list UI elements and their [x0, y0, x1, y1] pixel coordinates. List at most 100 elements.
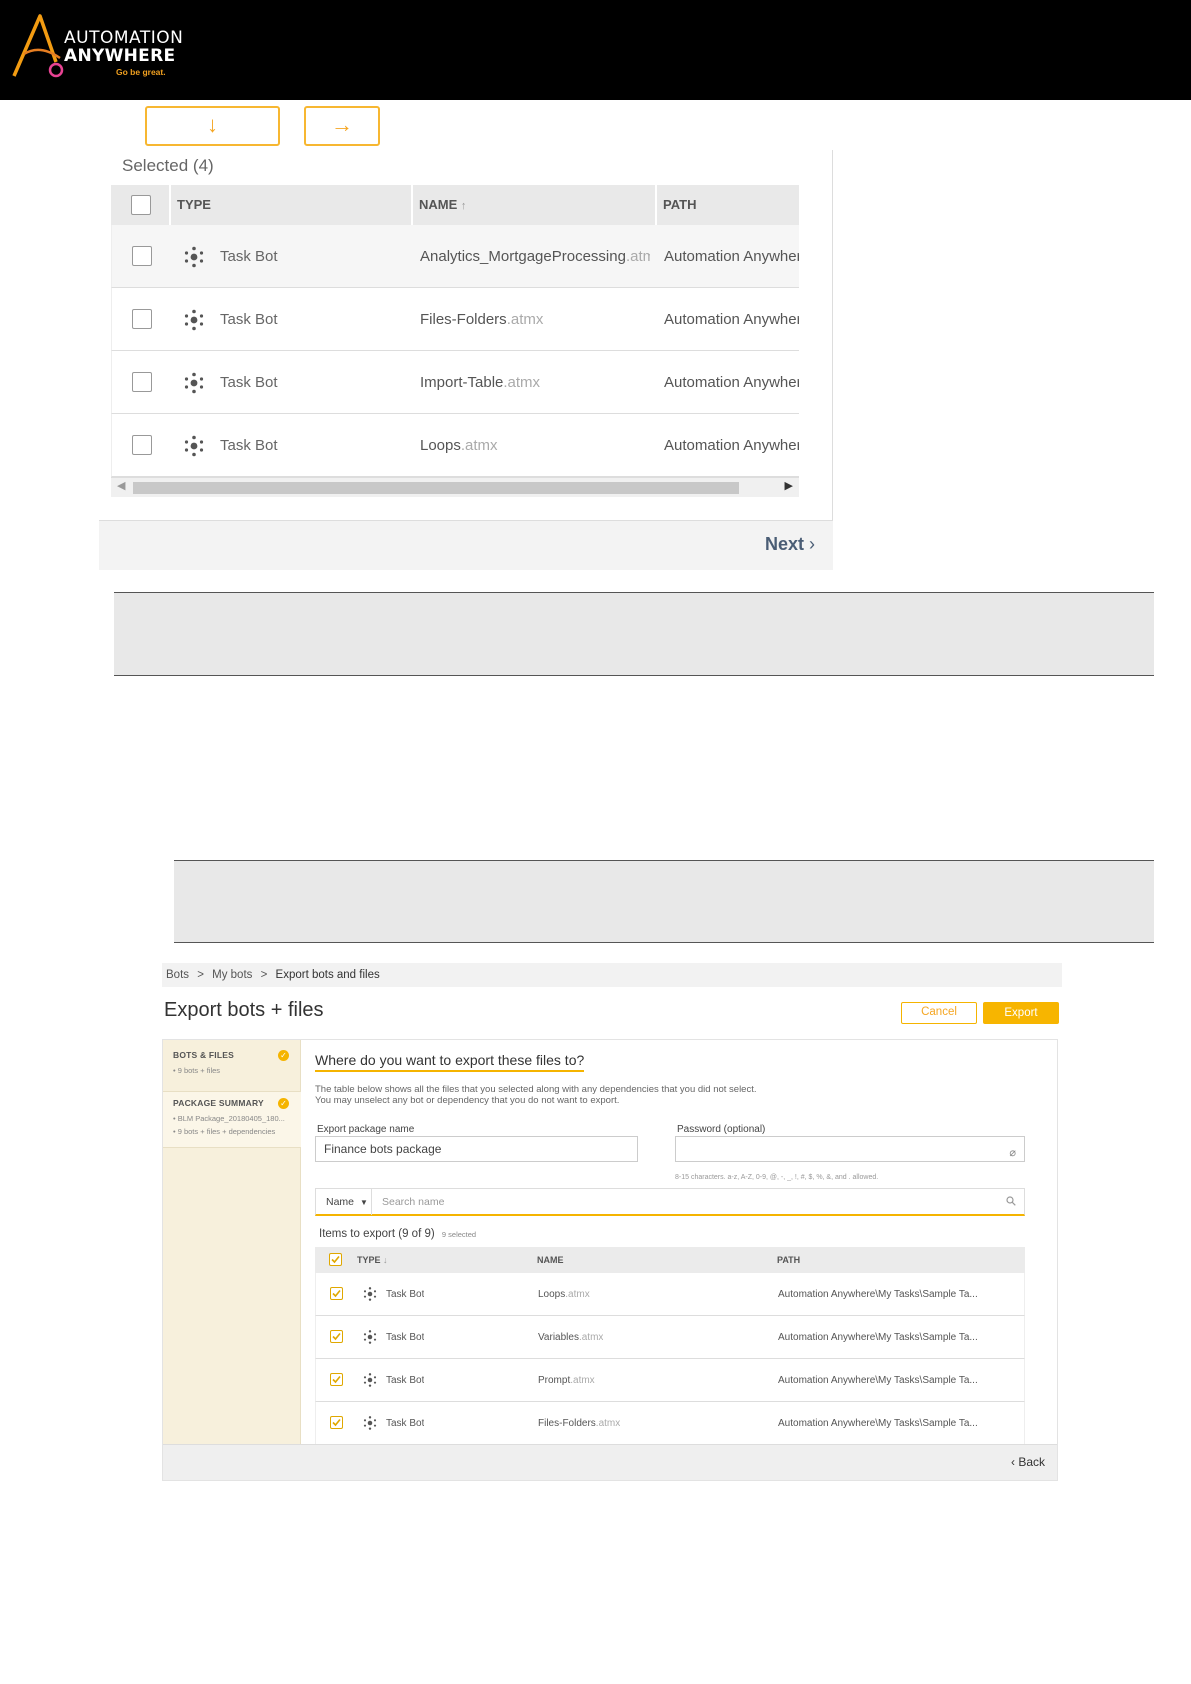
row-path: Automation Anywhere — [664, 374, 799, 391]
package-name-label: Export package name — [317, 1124, 415, 1135]
breadcrumb-current: Export bots and files — [275, 969, 380, 981]
column-divider — [169, 185, 171, 225]
row-checkbox[interactable] — [132, 435, 152, 455]
cancel-button[interactable]: Cancel — [901, 1002, 977, 1024]
table-row[interactable]: Task Bot Loops.atmx Automation Anywhere — [111, 414, 799, 477]
task-bot-icon — [184, 435, 204, 457]
selected-count: (4) — [192, 156, 214, 175]
row-type: Task Bot — [220, 311, 278, 328]
row-name-ext: .atmx — [625, 248, 650, 265]
row-checkbox[interactable] — [132, 372, 152, 392]
column-header-type[interactable]: TYPE ↓ — [357, 1247, 388, 1273]
row-name[interactable]: Prompt.atmx — [538, 1359, 595, 1402]
row-name[interactable]: Loops.atmx — [420, 414, 650, 477]
logo-tagline: Go be great. — [116, 67, 166, 77]
column-header-name[interactable]: NAME — [537, 1247, 564, 1273]
table-row[interactable]: Task Bot Loops.atmx Automation Anywhere\… — [315, 1273, 1025, 1316]
column-header-path[interactable]: PATH — [777, 1247, 800, 1273]
sidebar-item-package-summary[interactable]: PACKAGE SUMMARY • BLM Package_20180405_1… — [163, 1092, 301, 1148]
row-checkbox[interactable] — [132, 309, 152, 329]
export-screenshot: Bots > My bots > Export bots and files E… — [162, 963, 1062, 1481]
task-bot-icon — [363, 1330, 377, 1344]
select-all-checkbox[interactable] — [329, 1253, 342, 1266]
logo-line-1: AUTOMATION — [64, 28, 184, 48]
task-bot-icon — [184, 372, 204, 394]
search-field-label: Name — [326, 1196, 355, 1208]
row-path: Automation Anywhere\My Tasks\Sample Ta..… — [778, 1418, 978, 1429]
row-name[interactable]: Files-Folders.atmx — [538, 1402, 620, 1444]
row-path: Automation Anywhere — [664, 248, 799, 265]
row-path: Automation Anywhere\My Tasks\Sample Ta..… — [778, 1289, 978, 1300]
search-input[interactable]: Search name — [382, 1189, 444, 1215]
eye-slash-icon[interactable]: ⌀ — [1009, 1141, 1016, 1165]
task-bot-icon — [184, 309, 204, 331]
checkmark-icon — [332, 1375, 341, 1384]
row-type: Task Bot — [220, 374, 278, 391]
move-down-button[interactable]: ↓ — [145, 106, 280, 146]
breadcrumb: Bots > My bots > Export bots and files — [162, 963, 1062, 987]
divider-band — [174, 860, 1154, 943]
description-line-2: You may unselect any bot or dependency t… — [315, 1095, 620, 1106]
row-name[interactable]: Loops.atmx — [538, 1273, 590, 1316]
row-type: Task Bot — [386, 1375, 425, 1386]
export-button[interactable]: Export — [983, 1002, 1059, 1024]
next-button[interactable]: Next › — [765, 534, 815, 555]
items-label: Items to export — [319, 1228, 396, 1240]
row-path: Automation Anywhere\My Tasks\Sample Ta..… — [778, 1375, 978, 1386]
table-header: TYPE NAME ↑ PATH — [111, 185, 799, 225]
row-checkbox[interactable] — [132, 246, 152, 266]
column-divider — [655, 185, 657, 225]
wizard-sidebar: BOTS & FILES • 9 bots + files ✓ PACKAGE … — [163, 1040, 301, 1444]
row-name-ext: .atmx — [506, 311, 544, 328]
scroll-right-icon[interactable]: ▶ — [785, 479, 793, 492]
checkmark-icon — [332, 1418, 341, 1427]
sidebar-item-sub: • BLM Package_20180405_180... — [173, 1114, 285, 1123]
row-checkbox[interactable] — [330, 1287, 343, 1300]
row-name[interactable]: Files-Folders.atmx — [420, 288, 650, 351]
table-row[interactable]: Task Bot Prompt.atmx Automation Anywhere… — [315, 1359, 1025, 1402]
row-path: Automation Anywhere\My Tasks\Sample Ta..… — [778, 1332, 978, 1343]
row-name-base: Analytics_MortgageProcessing — [420, 248, 626, 265]
select-all-checkbox[interactable] — [131, 195, 151, 215]
breadcrumb-my-bots[interactable]: My bots — [212, 969, 252, 981]
column-divider — [411, 185, 413, 225]
row-name[interactable]: Import-Table.atmx — [420, 351, 650, 414]
sort-asc-icon: ↑ — [460, 200, 467, 212]
breadcrumb-bots[interactable]: Bots — [166, 969, 189, 981]
row-name[interactable]: Analytics_MortgageProcessing.atmx — [420, 225, 650, 288]
sort-desc-icon: ↓ — [383, 1255, 388, 1265]
row-checkbox[interactable] — [330, 1373, 343, 1386]
scrollbar-thumb[interactable] — [133, 482, 739, 494]
row-checkbox[interactable] — [330, 1416, 343, 1429]
items-count: (9 of 9) — [398, 1228, 435, 1240]
table-row[interactable]: Task Bot Files-Folders.atmx Automation A… — [315, 1402, 1025, 1444]
search-icon[interactable] — [1006, 1196, 1016, 1206]
section-description: The table below shows all the files that… — [315, 1084, 757, 1106]
row-type: Task Bot — [386, 1332, 425, 1343]
search-field-dropdown[interactable]: Name ▼ — [316, 1189, 372, 1215]
move-right-button[interactable]: → — [304, 106, 380, 146]
table-row[interactable]: Task Bot Variables.atmx Automation Anywh… — [315, 1316, 1025, 1359]
password-input[interactable]: ⌀ — [675, 1136, 1025, 1162]
row-name-ext: .atmx — [578, 1332, 604, 1343]
table-row[interactable]: Task Bot Files-Folders.atmx Automation A… — [111, 288, 799, 351]
horizontal-scrollbar[interactable]: ◀ ▶ — [111, 477, 799, 497]
column-header-name[interactable]: NAME ↑ — [419, 185, 466, 225]
row-name-ext: .atmx — [595, 1418, 621, 1429]
row-checkbox[interactable] — [330, 1330, 343, 1343]
table-row[interactable]: Task Bot Analytics_MortgageProcessing.at… — [111, 225, 799, 288]
row-name[interactable]: Variables.atmx — [538, 1316, 603, 1359]
column-header-type[interactable]: TYPE — [177, 185, 211, 225]
package-name-input[interactable]: Finance bots package — [315, 1136, 638, 1162]
table-row[interactable]: Task Bot Import-Table.atmx Automation An… — [111, 351, 799, 414]
selected-title-label: Selected — [122, 156, 189, 175]
sidebar-item-bots-files[interactable]: BOTS & FILES • 9 bots + files ✓ — [163, 1050, 301, 1092]
back-button[interactable]: ‹ Back — [1011, 1455, 1045, 1469]
description-line-1: The table below shows all the files that… — [315, 1084, 757, 1095]
password-hint: 8-15 characters. a-z, A-Z, 0-9, @, -, _,… — [675, 1174, 879, 1181]
task-bot-icon — [363, 1287, 377, 1301]
column-header-path[interactable]: PATH — [663, 185, 696, 225]
export-main: Where do you want to export these files … — [311, 1040, 1051, 1444]
scroll-left-icon[interactable]: ◀ — [117, 479, 125, 492]
search-bar: Name ▼ Search name — [315, 1188, 1025, 1216]
